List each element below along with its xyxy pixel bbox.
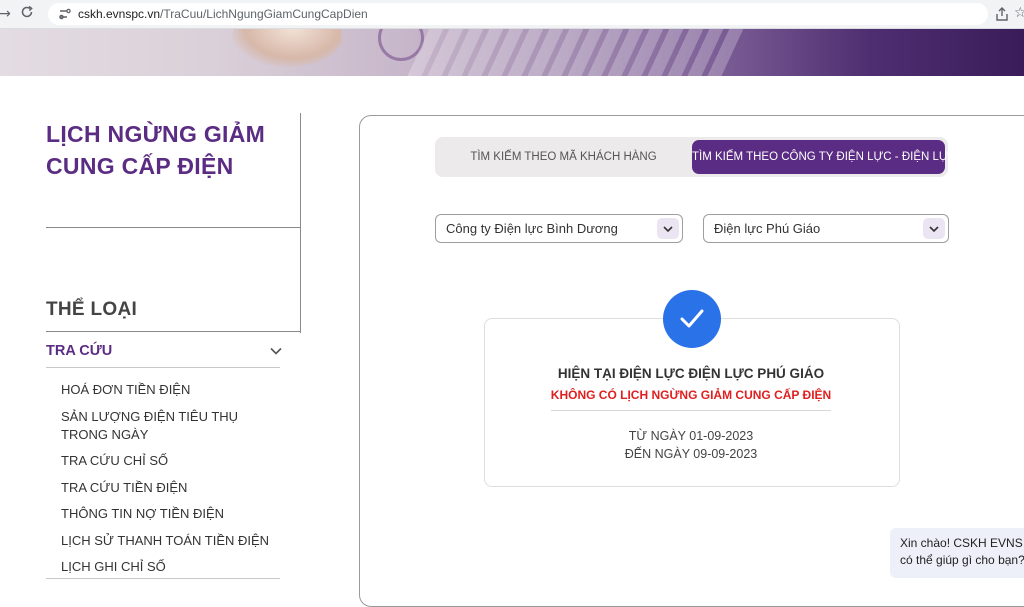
- sidebar-item-lich-su-thanh-toan[interactable]: LỊCH SỬ THANH TOÁN TIỀN ĐIỆN: [61, 532, 286, 550]
- sidebar-bottom-divider: [46, 578, 280, 579]
- reload-icon[interactable]: [18, 5, 36, 23]
- category-divider: [46, 331, 300, 332]
- section-label: TRA CỨU: [46, 343, 113, 359]
- url-host: cskh.evnspc.vn: [78, 7, 161, 21]
- chevron-down-icon: [270, 347, 282, 355]
- sidebar-item-thong-tin-no[interactable]: THÔNG TIN NỢ TIỀN ĐIỆN: [61, 505, 286, 523]
- sidebar-divider-vertical: [300, 113, 301, 333]
- hero-keyboard-image: [406, 29, 754, 76]
- result-divider: [551, 410, 831, 411]
- section-toggle-tra-cuu[interactable]: TRA CỨU: [46, 337, 284, 367]
- chat-greeting-line1: Xin chào! CSKH EVNS: [900, 536, 1023, 550]
- check-icon: [663, 290, 721, 348]
- result-date-from: TỪ NGÀY 01-09-2023: [628, 429, 754, 443]
- branch-select[interactable]: Điện lực Phú Giáo: [703, 214, 949, 243]
- share-icon[interactable]: [994, 6, 1010, 22]
- company-select-value: Công ty Điện lực Bình Dương: [446, 221, 618, 236]
- site-info-icon[interactable]: [58, 7, 72, 21]
- sidebar-item-tra-cuu-tien-dien[interactable]: TRA CỨU TIỀN ĐIỆN: [61, 479, 286, 497]
- section-divider: [46, 367, 280, 368]
- page-title: LỊCH NGỪNG GIẢM CUNG CẤP ĐIỆN: [46, 121, 266, 179]
- url-path: /TraCuu/LichNgungGiamCungCapDien: [160, 7, 368, 21]
- branch-select-value: Điện lực Phú Giáo: [714, 221, 821, 236]
- search-mode-tabs: TÌM KIẾM THEO MÃ KHÁCH HÀNG TÌM KIẾM THE…: [435, 137, 957, 177]
- bookmark-star-icon[interactable]: ☆: [1014, 5, 1024, 21]
- chevron-down-icon: [657, 218, 679, 239]
- sidebar-item-tra-cuu-chi-so[interactable]: TRA CỨU CHỈ SỐ: [61, 452, 286, 470]
- chat-widget[interactable]: Xin chào! CSKH EVNS có thể giúp gì cho b…: [890, 528, 1024, 578]
- address-bar[interactable]: cskh.evnspc.vn/TraCuu/LichNgungGiamCungC…: [48, 3, 988, 25]
- sidebar-item-san-luong[interactable]: SẢN LƯỢNG ĐIỆN TIÊU THỤ TRONG NGÀY: [61, 408, 286, 444]
- url-text: cskh.evnspc.vn/TraCuu/LichNgungGiamCungC…: [78, 7, 368, 21]
- hero-banner: [0, 29, 1024, 76]
- chat-greeting-line2: có thể giúp gì cho bạn?: [900, 553, 1024, 567]
- tab-by-customer-code[interactable]: TÌM KIẾM THEO MÃ KHÁCH HÀNG: [435, 140, 692, 174]
- result-date-to: ĐẾN NGÀY 09-09-2023: [624, 447, 758, 461]
- sidebar-item-hoa-don[interactable]: HOÁ ĐƠN TIỀN ĐIỆN: [61, 381, 286, 399]
- title-divider: [46, 227, 300, 228]
- tab-by-power-company[interactable]: TÌM KIẾM THEO CÔNG TY ĐIỆN LỰC - ĐIỆN LỰ…: [692, 140, 957, 174]
- sidebar-menu: HOÁ ĐƠN TIỀN ĐIỆN SẢN LƯỢNG ĐIỆN TIÊU TH…: [61, 381, 286, 585]
- hero-hand-image: [232, 29, 342, 67]
- forward-icon[interactable]: →: [0, 5, 14, 23]
- chevron-down-icon: [923, 218, 945, 239]
- result-headline: HIỆN TẠI ĐIỆN LỰC ĐIỆN LỰC PHÚ GIÁO: [557, 366, 825, 381]
- sidebar-item-lich-ghi-chi-so[interactable]: LỊCH GHI CHỈ SỐ: [61, 558, 286, 576]
- result-status: KHÔNG CÓ LỊCH NGỪNG GIẢM CUNG CẤP ĐIỆN: [550, 388, 832, 402]
- company-select[interactable]: Công ty Điện lực Bình Dương: [435, 214, 683, 243]
- browser-toolbar: → cskh.evnspc.vn/TraCuu/LichNgungGiamCun…: [0, 0, 1024, 29]
- category-heading: THỂ LOẠI: [46, 299, 138, 320]
